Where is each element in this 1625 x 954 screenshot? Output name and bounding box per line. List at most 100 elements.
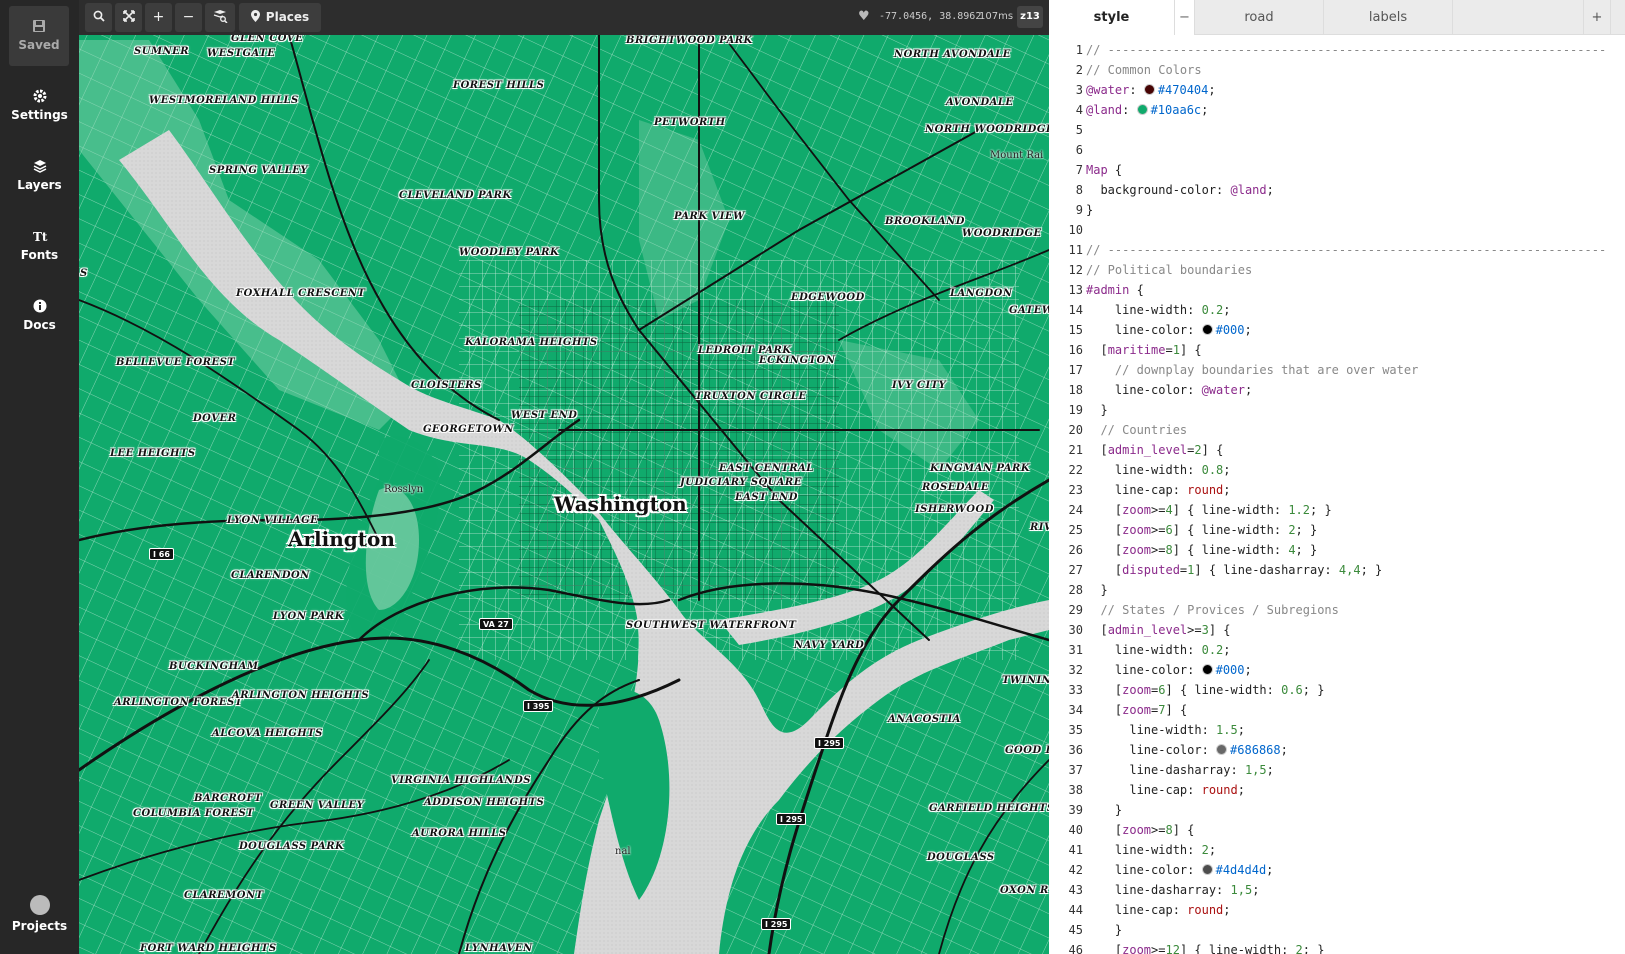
code-line[interactable]: 3 @water: #470404; xyxy=(1049,80,1625,100)
code-text[interactable]: line-width: 2; xyxy=(1086,840,1216,860)
code-line[interactable]: 18 line-color: @water; xyxy=(1049,380,1625,400)
code-text[interactable]: [zoom=7] { xyxy=(1086,700,1187,720)
code-text[interactable]: line-color: @water; xyxy=(1086,380,1252,400)
code-line[interactable]: 36 line-color: #686868; xyxy=(1049,740,1625,760)
add-tab-button[interactable]: + xyxy=(1583,0,1611,35)
code-line[interactable]: 44 line-cap: round; xyxy=(1049,900,1625,920)
tab-overflow[interactable] xyxy=(1611,0,1625,35)
code-line[interactable]: 43 line-dasharray: 1,5; xyxy=(1049,880,1625,900)
code-text[interactable]: } xyxy=(1086,800,1122,820)
code-text[interactable]: #admin { xyxy=(1086,280,1144,300)
code-text[interactable]: // -------------------------------------… xyxy=(1086,40,1606,60)
code-text[interactable]: } xyxy=(1086,920,1122,940)
code-line[interactable]: 22 line-width: 0.8; xyxy=(1049,460,1625,480)
code-line[interactable]: 11// -----------------------------------… xyxy=(1049,240,1625,260)
code-text[interactable]: [zoom=6] { line-width: 0.6; } xyxy=(1086,680,1325,700)
code-line[interactable]: 19 } xyxy=(1049,400,1625,420)
code-text[interactable]: line-color: #686868; xyxy=(1086,740,1288,760)
code-text[interactable]: // Political boundaries xyxy=(1086,260,1252,280)
code-text[interactable]: Map { xyxy=(1086,160,1122,180)
code-text[interactable]: @water: #470404; xyxy=(1086,80,1216,100)
code-text[interactable]: line-cap: round; xyxy=(1086,480,1231,500)
code-line[interactable]: 42 line-color: #4d4d4d; xyxy=(1049,860,1625,880)
code-line[interactable]: 26 [zoom>=8] { line-width: 4; } xyxy=(1049,540,1625,560)
docs-button[interactable]: Docs xyxy=(0,298,79,332)
code-line[interactable]: 23 line-cap: round; xyxy=(1049,480,1625,500)
code-line[interactable]: 6 xyxy=(1049,140,1625,160)
tab-road[interactable]: road xyxy=(1195,0,1324,35)
code-text[interactable]: line-dasharray: 1,5; xyxy=(1086,880,1260,900)
code-text[interactable]: [zoom>=6] { line-width: 2; } xyxy=(1086,520,1317,540)
code-text[interactable]: // States / Provices / Subregions xyxy=(1086,600,1338,620)
code-line[interactable]: 35 line-width: 1.5; xyxy=(1049,720,1625,740)
code-line[interactable]: 7 Map { xyxy=(1049,160,1625,180)
code-text[interactable]: // Common Colors xyxy=(1086,60,1202,80)
projects-button[interactable]: Projects xyxy=(0,895,79,933)
code-text[interactable]: [maritime=1] { xyxy=(1086,340,1201,360)
code-area[interactable]: 1// ------------------------------------… xyxy=(1049,40,1625,954)
code-text[interactable]: line-cap: round; xyxy=(1086,900,1231,920)
fonts-button[interactable]: Tt Fonts xyxy=(0,228,79,262)
fullscreen-button[interactable] xyxy=(115,3,142,32)
code-line[interactable]: 16 [maritime=1] { xyxy=(1049,340,1625,360)
code-line[interactable]: 13 #admin { xyxy=(1049,280,1625,300)
code-text[interactable]: } xyxy=(1086,580,1107,600)
code-text[interactable]: @land: #10aa6c; xyxy=(1086,100,1208,120)
code-line[interactable]: 21 [admin_level=2] { xyxy=(1049,440,1625,460)
code-text[interactable]: [zoom>=8] { xyxy=(1086,820,1195,840)
code-line[interactable]: 24 [zoom>=4] { line-width: 1.2; } xyxy=(1049,500,1625,520)
code-line[interactable]: 37 line-dasharray: 1,5; xyxy=(1049,760,1625,780)
code-line[interactable]: 20 // Countries xyxy=(1049,420,1625,440)
code-text[interactable]: line-dasharray: 1,5; xyxy=(1086,760,1274,780)
code-text[interactable]: line-width: 0.2; xyxy=(1086,300,1231,320)
saved-button[interactable]: Saved xyxy=(9,6,69,66)
inspect-button[interactable] xyxy=(205,3,235,32)
code-text[interactable]: // Countries xyxy=(1086,420,1187,440)
code-text[interactable]: line-color: #000; xyxy=(1086,320,1252,340)
code-text[interactable]: line-color: #000; xyxy=(1086,660,1252,680)
heart-icon[interactable]: ♥ xyxy=(858,9,870,24)
tab-style-close-button[interactable]: − xyxy=(1175,0,1195,35)
code-line[interactable]: 17 // downplay boundaries that are over … xyxy=(1049,360,1625,380)
search-button[interactable] xyxy=(85,3,112,32)
code-text[interactable]: } xyxy=(1086,200,1093,220)
code-line[interactable]: 27 [disputed=1] { line-dasharray: 4,4; } xyxy=(1049,560,1625,580)
code-text[interactable]: line-cap: round; xyxy=(1086,780,1245,800)
code-line[interactable]: 10 xyxy=(1049,220,1625,240)
code-line[interactable]: 28 } xyxy=(1049,580,1625,600)
code-line[interactable]: 8 background-color: @land; xyxy=(1049,180,1625,200)
code-text[interactable]: [disputed=1] { line-dasharray: 4,4; } xyxy=(1086,560,1382,580)
code-line[interactable]: 9} xyxy=(1049,200,1625,220)
code-text[interactable]: background-color: @land; xyxy=(1086,180,1273,200)
code-line[interactable]: 25 [zoom>=6] { line-width: 2; } xyxy=(1049,520,1625,540)
code-line[interactable]: 34 [zoom=7] { xyxy=(1049,700,1625,720)
code-text[interactable]: line-color: #4d4d4d; xyxy=(1086,860,1274,880)
code-line[interactable]: 39 } xyxy=(1049,800,1625,820)
zoom-in-button[interactable]: + xyxy=(145,3,172,32)
code-text[interactable]: // downplay boundaries that are over wat… xyxy=(1086,360,1418,380)
tab-style[interactable]: style xyxy=(1049,0,1175,35)
code-text[interactable]: [zoom>=8] { line-width: 4; } xyxy=(1086,540,1317,560)
code-text[interactable]: [admin_level>=3] { xyxy=(1086,620,1230,640)
code-line[interactable]: 32 line-color: #000; xyxy=(1049,660,1625,680)
code-line[interactable]: 12// Political boundaries xyxy=(1049,260,1625,280)
code-line[interactable]: 41 line-width: 2; xyxy=(1049,840,1625,860)
code-text[interactable]: } xyxy=(1086,400,1107,420)
code-text[interactable]: // -------------------------------------… xyxy=(1086,240,1606,260)
code-line[interactable]: 14 line-width: 0.2; xyxy=(1049,300,1625,320)
code-line[interactable]: 1// ------------------------------------… xyxy=(1049,40,1625,60)
code-text[interactable]: [zoom>=12] { line-width: 2; } xyxy=(1086,940,1325,954)
code-line[interactable]: 31 line-width: 0.2; xyxy=(1049,640,1625,660)
code-line[interactable]: 15 line-color: #000; xyxy=(1049,320,1625,340)
code-line[interactable]: 38 line-cap: round; xyxy=(1049,780,1625,800)
layers-button[interactable]: Layers xyxy=(0,158,79,192)
map-view[interactable]: Washington Arlington Rosslyn Mount Rai n… xyxy=(79,0,1049,954)
code-line[interactable]: 33 [zoom=6] { line-width: 0.6; } xyxy=(1049,680,1625,700)
code-text[interactable]: [admin_level=2] { xyxy=(1086,440,1223,460)
code-text[interactable]: [zoom>=4] { line-width: 1.2; } xyxy=(1086,500,1332,520)
code-line[interactable]: 30 [admin_level>=3] { xyxy=(1049,620,1625,640)
code-line[interactable]: 4 @land: #10aa6c; xyxy=(1049,100,1625,120)
code-text[interactable]: line-width: 0.8; xyxy=(1086,460,1231,480)
zoom-out-button[interactable]: − xyxy=(175,3,202,32)
code-line[interactable]: 40 [zoom>=8] { xyxy=(1049,820,1625,840)
